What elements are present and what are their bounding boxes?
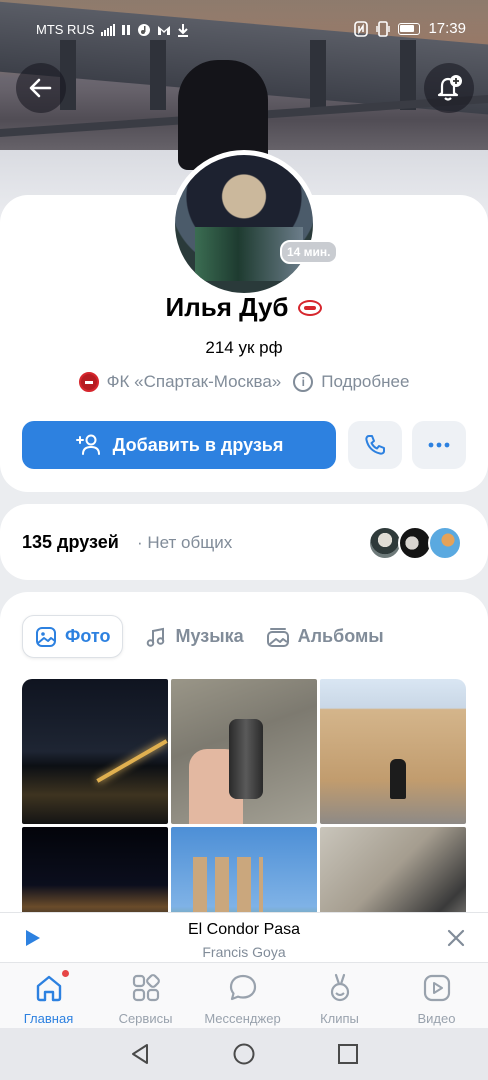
spartak-logo-icon [78,372,99,392]
friends-card[interactable]: 135 друзей · Нет общих [0,504,488,580]
add-friend-button[interactable]: Добавить в друзья [22,421,336,469]
back-button[interactable] [16,63,66,113]
tab-music[interactable]: Музыка [145,615,244,658]
arrow-left-icon [29,78,52,98]
tab-albums[interactable]: Альбомы [266,615,384,658]
more-button[interactable] [412,421,466,469]
tab-home-label: Главная [23,1011,74,1026]
club-name: ФК «Спартак-Москва» [106,372,282,391]
chat-icon [226,971,260,1005]
status-left: MTS RUS [36,22,189,37]
profile-status: 214 ук рф [205,338,283,357]
system-recents-icon[interactable] [336,1042,360,1066]
vibrate-icon [376,20,391,37]
details-label: Подробнее [321,372,410,391]
tab-services-label: Сервисы [118,1011,173,1026]
mutual-friends: · Нет общих [137,533,233,552]
tab-video[interactable]: Видео [388,963,485,1029]
image-icon [36,626,56,647]
bottom-tab-bar: Главная Сервисы Мессенджер Клипы Видео [0,962,488,1028]
track-title: El Condor Pasa [187,921,301,938]
photo-thumbnail[interactable] [22,679,168,824]
more-icon [428,442,450,448]
music-icon [137,23,150,36]
photo-thumbnail[interactable] [171,679,317,824]
services-icon [129,971,163,1005]
subscribe-notifications-button[interactable] [424,63,474,113]
spartak-emblem-icon[interactable] [298,299,323,316]
details-link[interactable]: i Подробнее [293,372,409,392]
track-artist: Francis Goya [202,944,286,960]
friend-avatar[interactable] [368,526,402,560]
tab-photos[interactable]: Фото [22,615,124,658]
profile-info-row: ФК «Спартак-Москва» i Подробнее [0,372,488,392]
gmail-icon [157,25,170,35]
bell-plus-icon [437,75,462,101]
tab-albums-label: Альбомы [297,626,384,646]
music-note-icon [147,627,165,647]
status-right: 17:39 [354,20,466,37]
call-button[interactable] [348,421,402,469]
system-back-icon[interactable] [128,1042,152,1066]
photo-thumbnail[interactable] [320,679,466,824]
friend-avatar[interactable] [428,526,462,560]
tab-clips[interactable]: Клипы [291,963,388,1029]
notification-badge [60,969,70,978]
name-row: Илья Дуб [0,292,488,323]
friends-avatars[interactable] [368,526,462,560]
download-icon [177,23,188,37]
albums-icon [266,627,289,647]
tab-photos-label: Фото [65,626,111,646]
system-navigation-bar [0,1028,488,1080]
tab-messenger[interactable]: Мессенджер [194,963,291,1029]
info-icon: i [293,372,314,392]
tab-services[interactable]: Сервисы [97,963,194,1029]
close-icon[interactable] [446,928,466,948]
tab-clips-label: Клипы [320,1011,359,1026]
status-bar: MTS RUS 17:39 [0,0,488,58]
video-icon [420,971,454,1005]
nfc-icon [354,20,369,37]
audio-player[interactable]: El Condor Pasa Francis Goya [0,912,488,962]
friends-count[interactable]: 135 друзей [22,532,119,553]
club-link[interactable]: ФК «Спартак-Москва» [78,372,282,392]
battery-icon [398,22,421,35]
clips-icon [323,971,357,1005]
add-friend-label: Добавить в друзья [112,434,284,455]
phone-icon [365,435,385,455]
tab-messenger-label: Мессенджер [204,1011,281,1026]
home-icon [32,969,70,1005]
carrier-label: MTS RUS [36,22,95,37]
tab-video-label: Видео [417,1011,456,1026]
media-tabs: Фото Музыка Альбомы [22,615,384,658]
tab-music-label: Музыка [175,626,244,646]
pause-icon [121,24,130,35]
system-home-icon[interactable] [232,1042,256,1066]
add-user-icon [75,434,100,455]
last-seen-badge: 14 мин. [280,240,338,264]
profile-name: Илья Дуб [165,292,289,322]
friend-avatar[interactable] [398,526,432,560]
avatar[interactable] [170,150,318,298]
tab-home[interactable]: Главная [0,963,97,1029]
clock: 17:39 [428,20,466,37]
signal-icon [100,23,115,36]
